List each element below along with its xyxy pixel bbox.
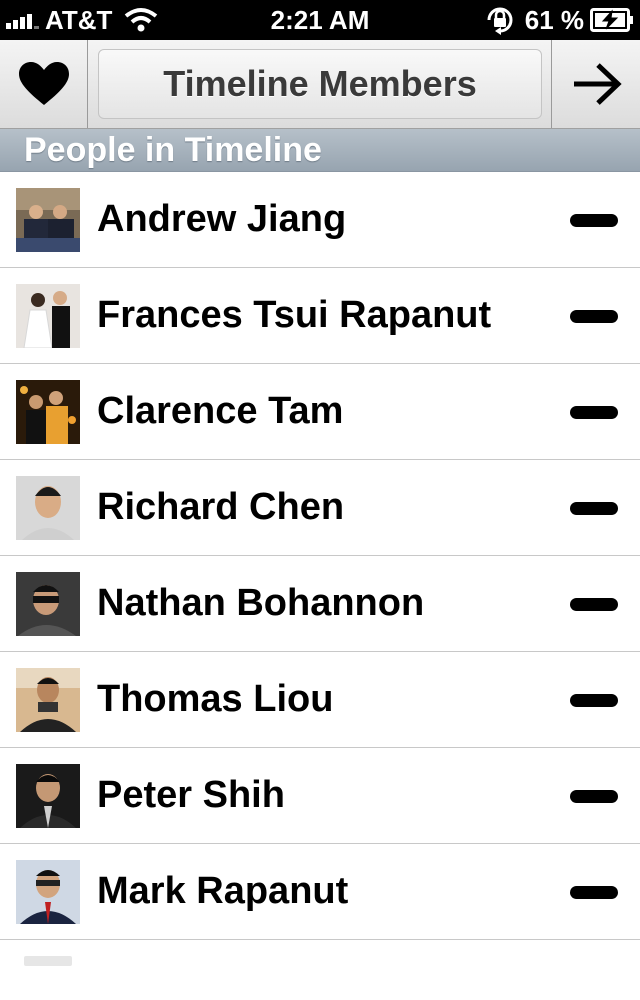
avatar [16,572,80,636]
list-item[interactable]: Peter Shih [0,748,640,844]
section-header: People in Timeline [0,129,640,172]
avatar [16,476,80,540]
section-title: People in Timeline [24,131,322,169]
minus-icon [570,501,618,515]
member-name: Peter Shih [97,774,285,816]
member-name: Frances Tsui Rapanut [97,294,492,336]
member-name: Thomas Liou [97,678,334,720]
minus-icon [570,213,618,227]
avatar [16,380,80,444]
battery-charging-icon [590,8,633,32]
arrow-right-icon [573,63,622,105]
rotation-lock-icon [487,7,513,35]
remove-member-button[interactable] [568,496,620,520]
minus-icon [570,309,618,323]
minus-icon [570,693,618,707]
member-name: Clarence Tam [97,390,344,432]
remove-member-button[interactable] [568,400,620,424]
minus-icon [570,789,618,803]
member-list: Andrew Jiang Frances Tsui Rapanut Claren… [0,172,640,1000]
remove-member-button[interactable] [568,208,620,232]
remove-member-button[interactable] [568,784,620,808]
member-name: Andrew Jiang [97,198,347,240]
avatar [16,668,80,732]
list-item[interactable]: Frances Tsui Rapanut [0,268,640,364]
list-item[interactable]: Clarence Tam [0,364,640,460]
remove-member-button[interactable] [568,880,620,904]
list-item[interactable] [0,940,640,1000]
remove-member-button[interactable] [568,688,620,712]
next-button[interactable] [551,40,640,128]
heart-icon [18,62,69,105]
minus-icon [570,597,618,611]
member-name: Nathan Bohannon [97,582,425,624]
remove-member-button[interactable] [568,592,620,616]
member-name: Richard Chen [97,486,345,528]
favorite-button[interactable] [0,40,88,128]
avatar [16,188,80,252]
minus-icon [570,405,618,419]
list-item[interactable]: Thomas Liou [0,652,640,748]
minus-icon [570,885,618,899]
status-bar: AT&T 2:21 AM 61 % [0,0,640,40]
list-item[interactable]: Nathan Bohannon [0,556,640,652]
avatar [16,860,80,924]
page-title: Timeline Members [163,63,477,104]
nav-bar: Timeline Members [0,40,640,129]
list-item[interactable]: Andrew Jiang [0,172,640,268]
list-item[interactable]: Mark Rapanut [0,844,640,940]
avatar [16,764,80,828]
avatar [16,284,80,348]
avatar [24,956,72,966]
list-item[interactable]: Richard Chen [0,460,640,556]
nav-title-box: Timeline Members [98,49,542,119]
status-right: 61 % [483,4,634,36]
member-name: Mark Rapanut [97,870,349,912]
remove-member-button[interactable] [568,304,620,328]
battery-percent: 61 % [524,4,584,35]
